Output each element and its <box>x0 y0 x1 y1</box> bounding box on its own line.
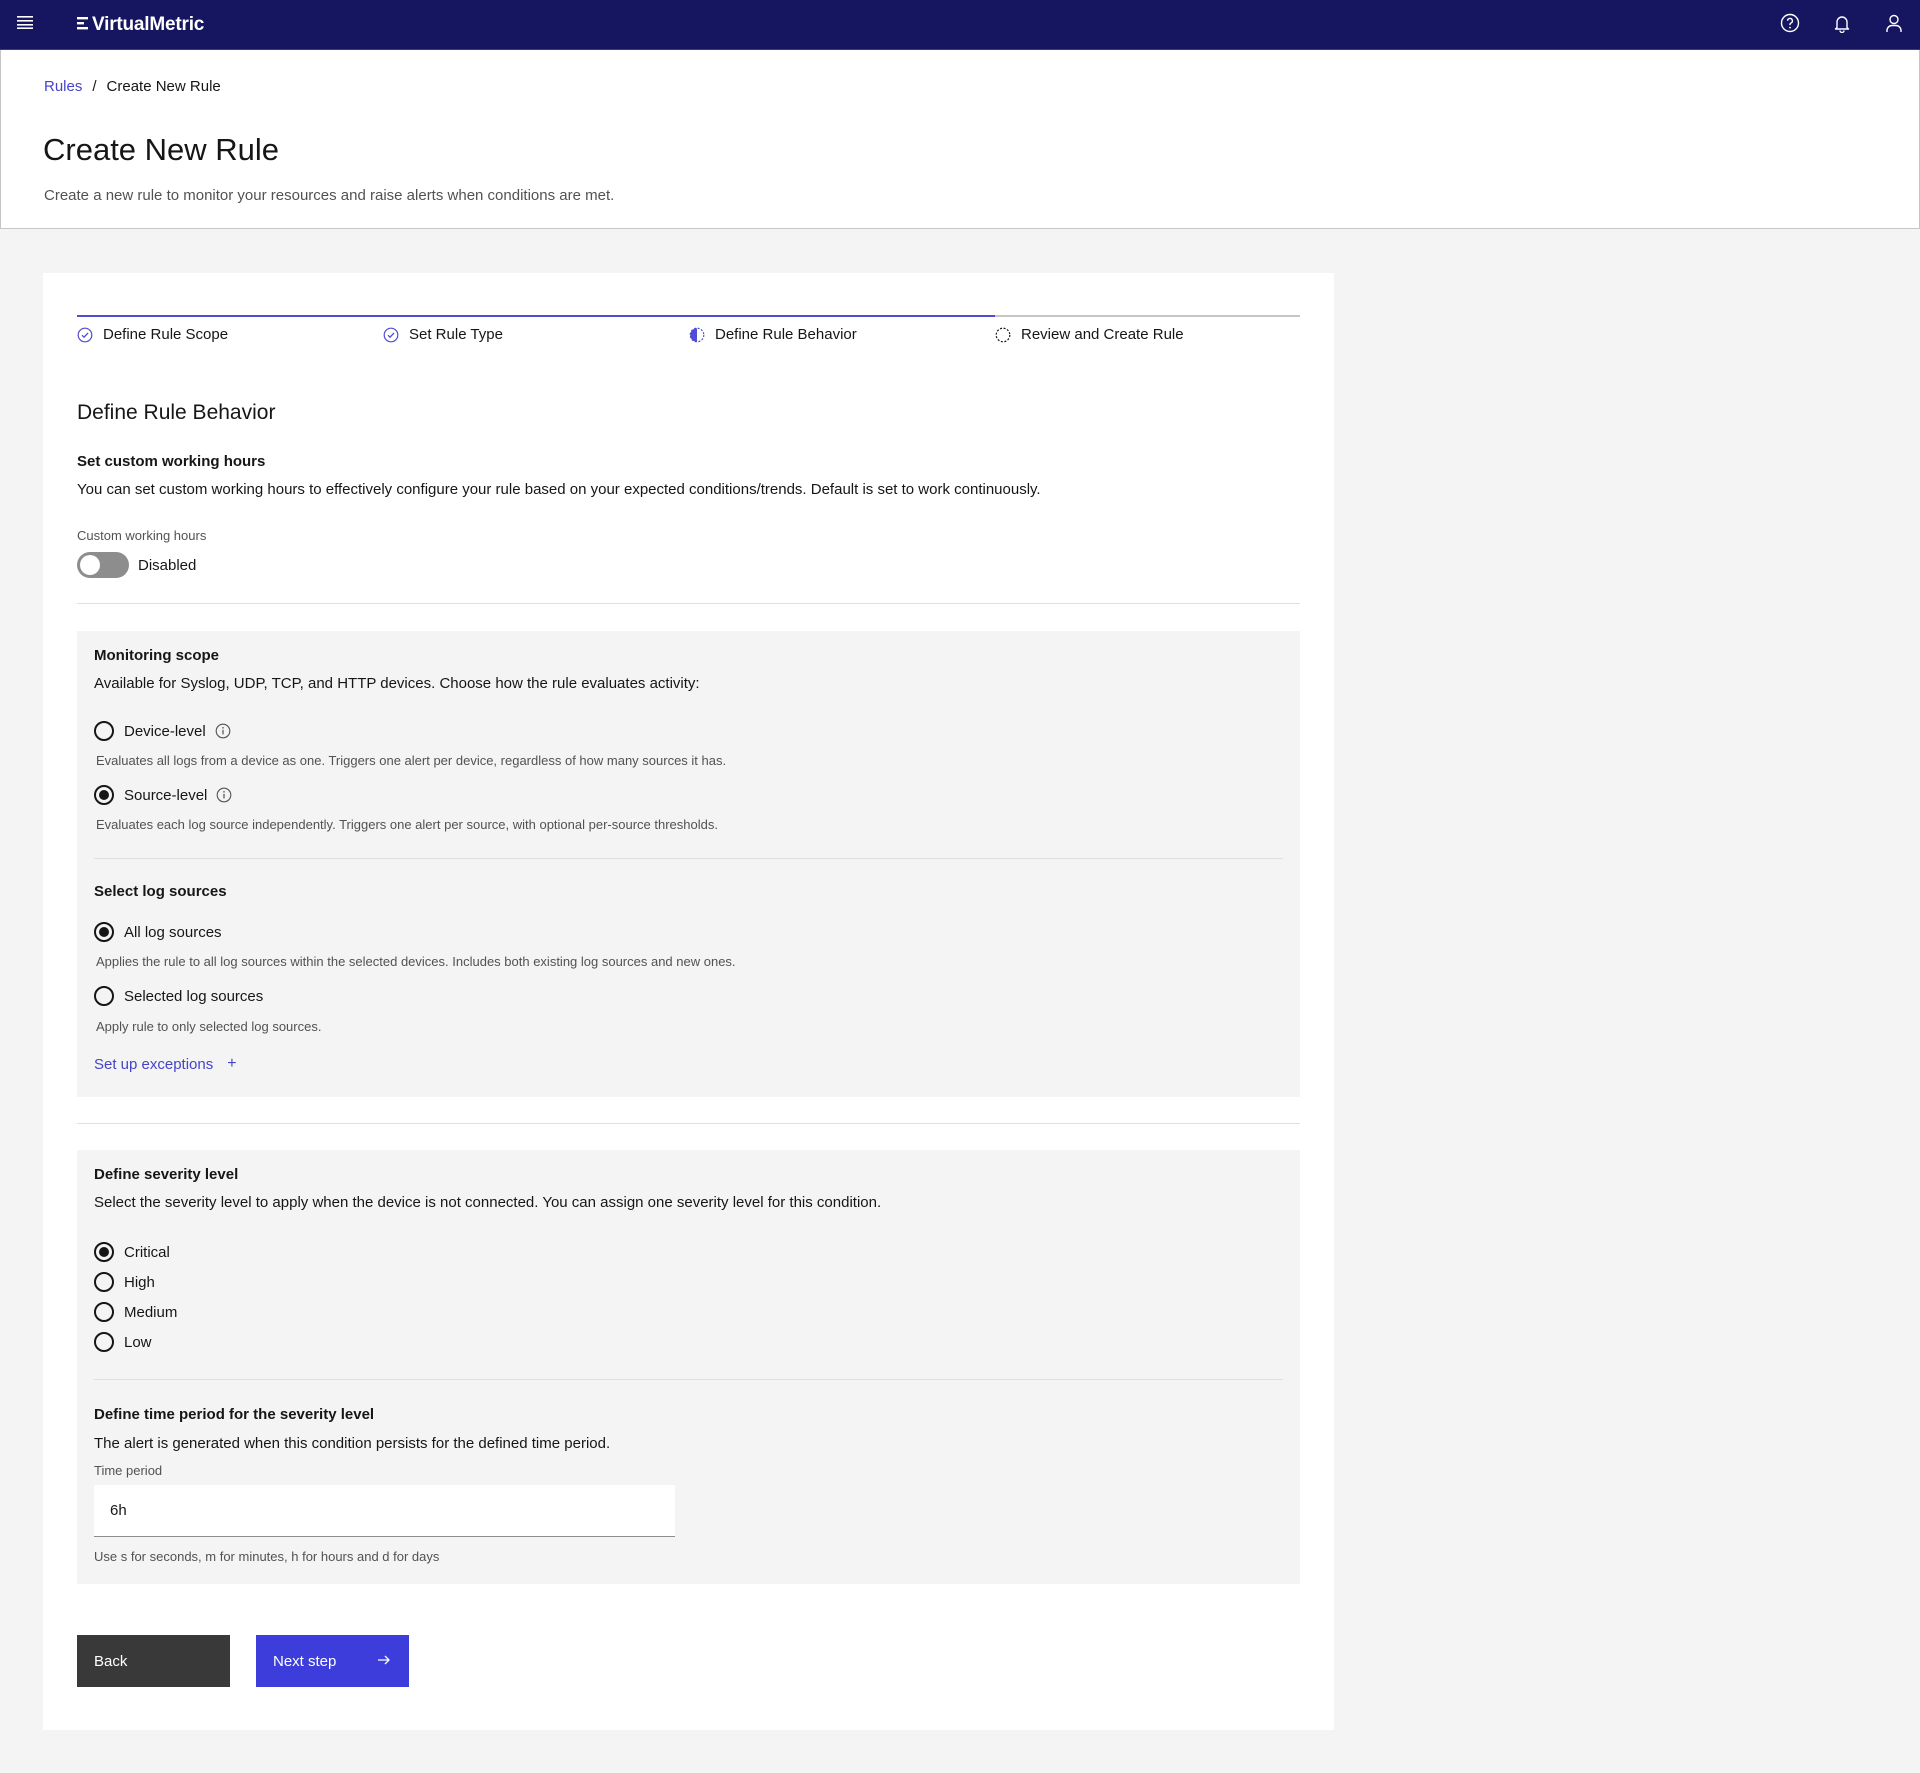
toggle-track[interactable] <box>77 552 129 578</box>
create-rule-form-card: Define Rule Scope Set Rule Type Define R… <box>43 273 1334 1730</box>
notifications-button[interactable] <box>1816 0 1868 50</box>
breadcrumb: Rules / Create New Rule <box>44 78 221 95</box>
time-period-helper: Use s for seconds, m for minutes, h for … <box>94 1549 440 1564</box>
radio-button[interactable] <box>94 785 114 805</box>
breadcrumb-link-rules[interactable]: Rules <box>44 78 82 95</box>
radio-button[interactable] <box>94 1272 114 1292</box>
dashed-circle-icon <box>995 327 1011 343</box>
logo-mark-icon <box>77 14 89 36</box>
radio-severity-critical[interactable]: Critical <box>94 1242 170 1262</box>
set-up-exceptions-link[interactable]: Set up exceptions + <box>94 1055 237 1073</box>
radio-selected-log-sources[interactable]: Selected log sources <box>94 986 263 1006</box>
time-period-input[interactable] <box>94 1485 675 1537</box>
radio-button[interactable] <box>94 1332 114 1352</box>
time-period-label: Time period <box>94 1463 163 1478</box>
help-icon <box>1780 13 1800 38</box>
radio-severity-medium[interactable]: Medium <box>94 1302 177 1322</box>
panel-divider <box>94 1379 1283 1380</box>
radio-button[interactable] <box>94 986 114 1006</box>
log-sources-heading: Select log sources <box>94 883 227 900</box>
set-up-exceptions-label: Set up exceptions <box>94 1055 214 1073</box>
breadcrumb-current: Create New Rule <box>106 78 221 95</box>
monitoring-scope-description: Available for Syslog, UDP, TCP, and HTTP… <box>94 675 700 692</box>
device-level-helper: Evaluates all logs from a device as one.… <box>96 753 727 768</box>
radio-all-log-sources[interactable]: All log sources <box>94 922 222 942</box>
progress-step-set-rule-type[interactable]: Set Rule Type <box>383 315 689 355</box>
monitoring-scope-heading: Monitoring scope <box>94 647 219 664</box>
plus-icon: + <box>227 1055 237 1072</box>
next-step-button[interactable]: Next step <box>256 1635 409 1687</box>
checkmark-circle-icon <box>77 327 93 343</box>
brand-name: VirtualMetric <box>92 13 205 35</box>
radio-severity-low[interactable]: Low <box>94 1332 152 1352</box>
progress-indicator: Define Rule Scope Set Rule Type Define R… <box>77 315 1300 355</box>
radio-source-level[interactable]: Source-level <box>94 785 232 805</box>
progress-step-review-and-create[interactable]: Review and Create Rule <box>995 315 1300 355</box>
radio-label: Device-level <box>124 722 206 740</box>
source-level-helper: Evaluates each log source independently.… <box>96 817 718 832</box>
progress-step-define-rule-behavior[interactable]: Define Rule Behavior <box>689 315 995 355</box>
radio-label: All log sources <box>124 923 222 941</box>
radio-label: Medium <box>124 1303 178 1321</box>
time-period-description: The alert is generated when this conditi… <box>94 1435 611 1452</box>
help-button[interactable] <box>1764 0 1816 50</box>
toggle-state-text: Disabled <box>138 556 197 574</box>
monitoring-scope-panel: Monitoring scope Available for Syslog, U… <box>77 631 1300 1097</box>
radio-label: Source-level <box>124 786 208 804</box>
working-hours-heading: Set custom working hours <box>77 453 266 470</box>
all-log-sources-helper: Applies the rule to all log sources with… <box>96 954 736 969</box>
checkmark-circle-icon <box>383 327 399 343</box>
user-profile-button[interactable] <box>1868 0 1920 50</box>
bell-icon <box>1832 13 1852 38</box>
next-step-button-label: Next step <box>273 1652 337 1670</box>
radio-button[interactable] <box>94 1242 114 1262</box>
radio-label: Critical <box>124 1243 170 1261</box>
back-button-label: Back <box>94 1652 128 1670</box>
radio-button[interactable] <box>94 922 114 942</box>
radio-severity-high[interactable]: High <box>94 1272 155 1292</box>
top-navigation-bar: VirtualMetric <box>0 0 1920 50</box>
brand-logo[interactable]: VirtualMetric <box>77 14 204 36</box>
custom-working-hours-toggle[interactable]: Disabled <box>77 552 196 578</box>
page-title: Create New Rule <box>43 132 280 167</box>
working-hours-description: You can set custom working hours to effe… <box>77 481 1041 498</box>
half-filled-circle-icon <box>689 327 705 343</box>
arrow-right-icon <box>376 1652 392 1668</box>
progress-step-define-rule-scope[interactable]: Define Rule Scope <box>77 315 383 355</box>
radio-device-level[interactable]: Device-level <box>94 721 231 741</box>
page-description: Create a new rule to monitor your resour… <box>44 187 615 204</box>
progress-step-label: Define Rule Scope <box>103 326 229 343</box>
breadcrumb-separator: / <box>92 78 97 95</box>
radio-label: Selected log sources <box>124 987 264 1005</box>
severity-panel: Define severity level Select the severit… <box>77 1150 1300 1584</box>
section-divider <box>77 603 1300 604</box>
section-divider <box>77 1123 1300 1124</box>
time-period-heading: Define time period for the severity leve… <box>94 1406 375 1423</box>
page-header: Rules / Create New Rule Create New Rule … <box>0 50 1920 229</box>
radio-label: Low <box>124 1333 152 1351</box>
progress-step-label: Set Rule Type <box>409 326 503 343</box>
hamburger-menu-icon <box>16 15 34 34</box>
severity-heading: Define severity level <box>94 1166 239 1183</box>
info-icon[interactable] <box>215 723 231 739</box>
radio-button[interactable] <box>94 721 114 741</box>
custom-working-hours-label: Custom working hours <box>77 528 207 543</box>
severity-description: Select the severity level to apply when … <box>94 1194 882 1211</box>
user-icon <box>1884 13 1904 38</box>
progress-step-label: Define Rule Behavior <box>715 326 857 343</box>
panel-divider <box>94 858 1283 859</box>
radio-button[interactable] <box>94 1302 114 1322</box>
back-button[interactable]: Back <box>77 1635 230 1687</box>
selected-log-sources-helper: Apply rule to only selected log sources. <box>96 1019 322 1034</box>
toggle-knob <box>80 555 100 575</box>
section-title: Define Rule Behavior <box>77 401 276 424</box>
hamburger-menu-button[interactable] <box>0 0 50 50</box>
info-icon[interactable] <box>216 787 232 803</box>
progress-step-label: Review and Create Rule <box>1021 326 1184 343</box>
radio-label: High <box>124 1273 155 1291</box>
